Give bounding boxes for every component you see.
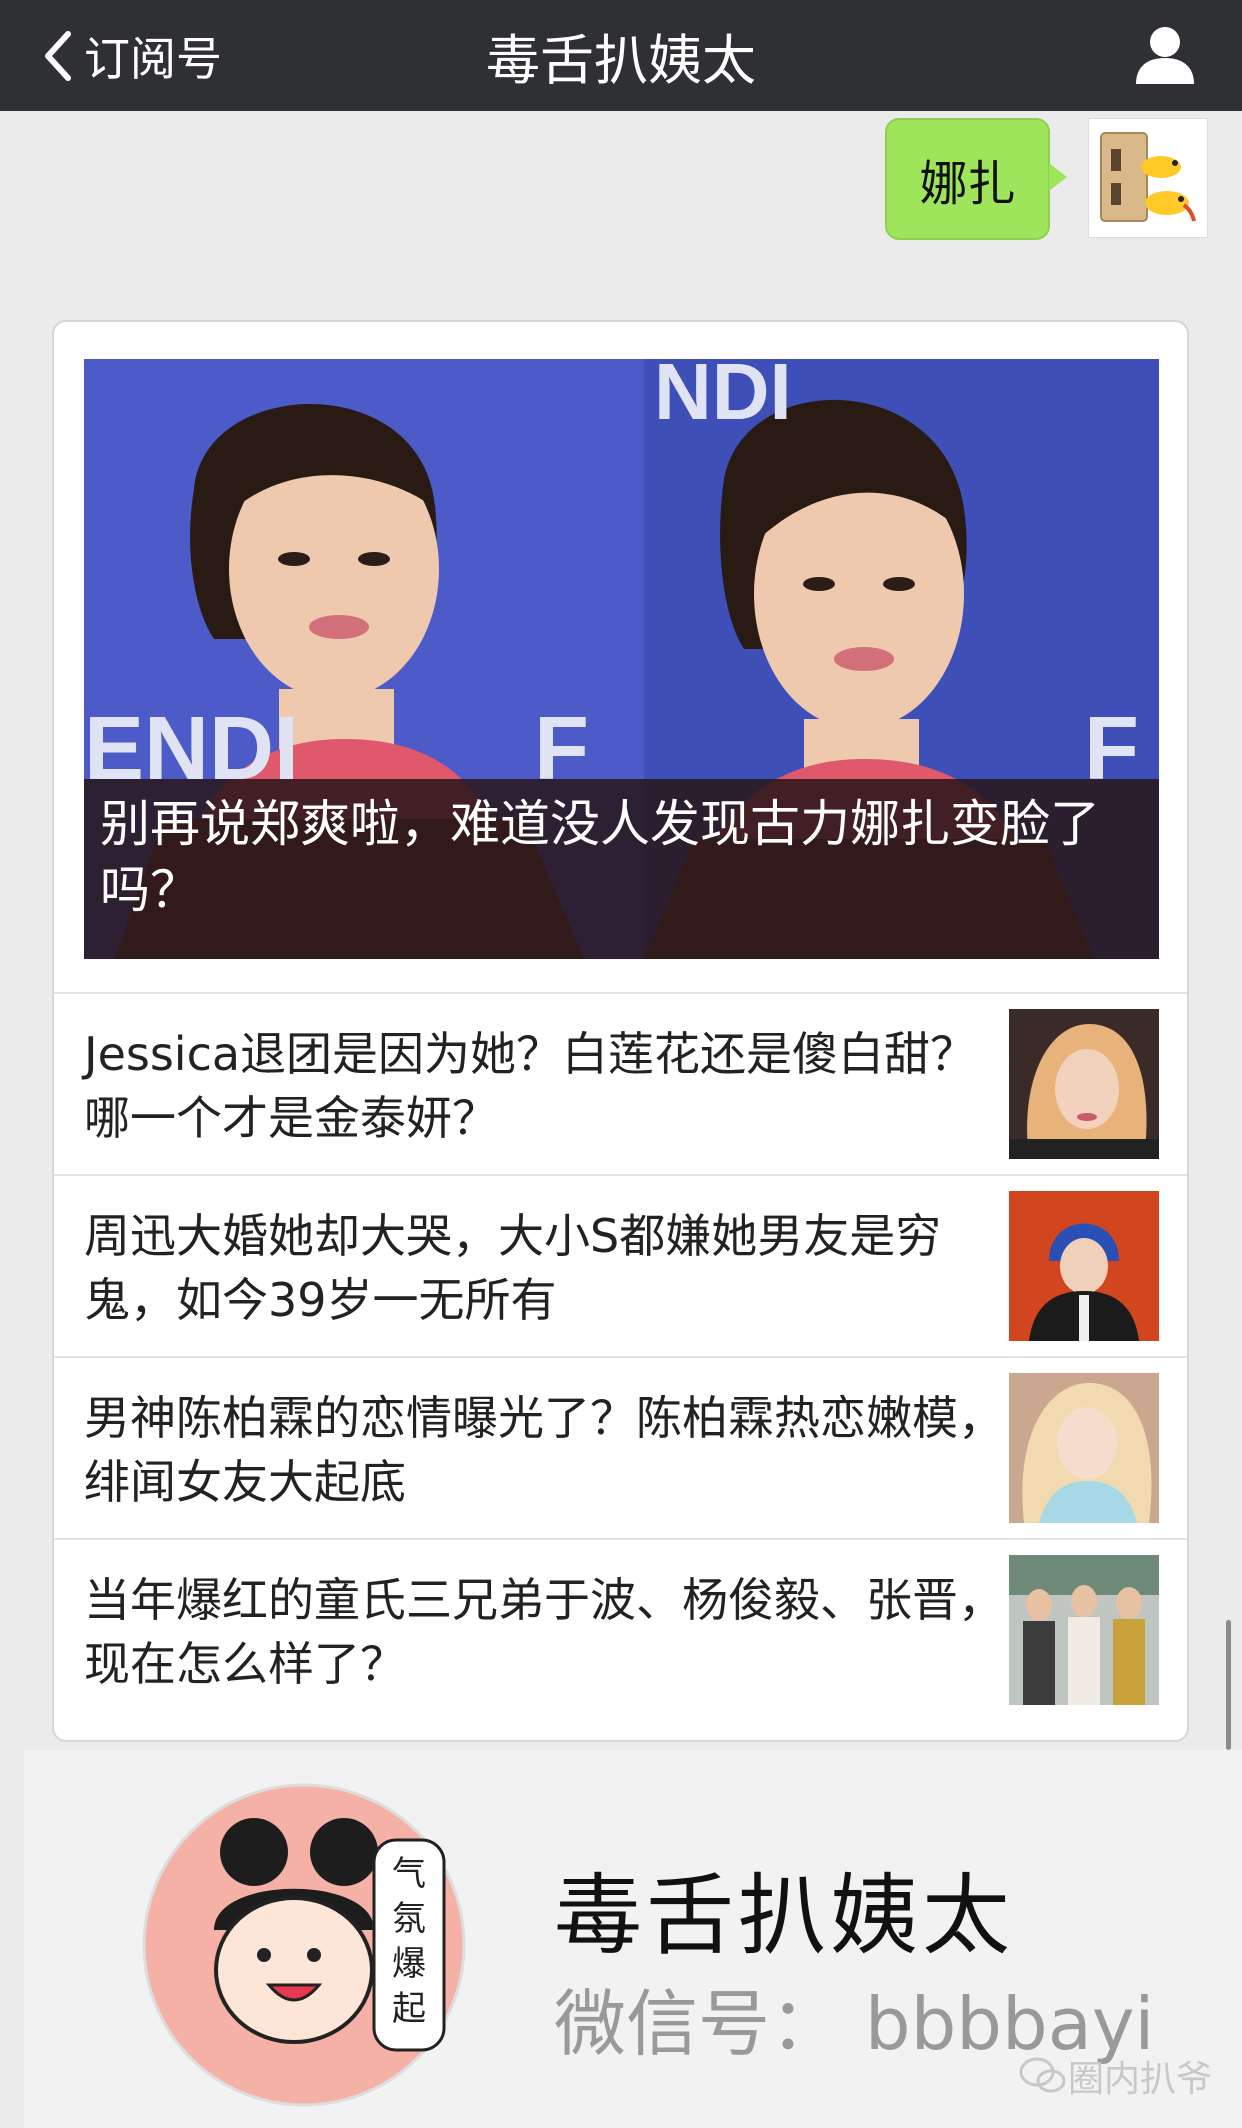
wechat-icon	[1019, 2057, 1066, 2093]
back-button[interactable]: 订阅号	[38, 0, 222, 111]
svg-text:氛: 氛	[392, 1899, 426, 1939]
article-item-title: 周迅大婚她却大哭，大小S都嫌她男友是穷鬼，如今39岁一无所有	[84, 1209, 942, 1327]
watermark-text: 圈内扒爷	[1067, 2059, 1212, 2100]
account-profile-card: 气 氛 爆 起 毒舌扒姨太 微信号： bbbbayi 圈内扒爷	[24, 1750, 1242, 2128]
my-avatar[interactable]	[1088, 118, 1208, 238]
svg-text:爆: 爆	[392, 1944, 426, 1984]
cover-title: 别再说郑爽啦，难道没人发现古力娜扎变脸了吗？	[100, 795, 1100, 919]
svg-text:起: 起	[392, 1989, 426, 2029]
article-item[interactable]: Jessica退团是因为她？白莲花还是傻白甜？哪一个才是金泰妍？	[54, 992, 1187, 1176]
cover-article[interactable]: ENDI F NDI F 别再说郑爽啦，难道没人发现古力娜扎变脸了吗？	[84, 359, 1159, 959]
bubble-tail	[1049, 163, 1067, 191]
scrollbar[interactable]	[1226, 1620, 1231, 1750]
article-item[interactable]: 当年爆红的童氏三兄弟于波、杨俊毅、张晋，现在怎么样了？	[54, 1538, 1187, 1722]
article-item-title: 男神陈柏霖的恋情曝光了？陈柏霖热恋嫩模，绯闻女友大起底	[84, 1391, 1004, 1509]
article-thumbnail	[1009, 1555, 1159, 1705]
article-thumbnail	[1009, 1191, 1159, 1341]
article-item[interactable]: 周迅大婚她却大哭，大小S都嫌她男友是穷鬼，如今39岁一无所有	[54, 1174, 1187, 1358]
article-thumbnail	[1009, 1373, 1159, 1523]
watermark: 圈内扒爷	[1018, 2050, 1212, 2102]
back-label: 订阅号	[84, 31, 222, 86]
account-name: 毒舌扒姨太	[554, 1864, 1015, 1967]
nav-bar: 订阅号 毒舌扒姨太	[0, 0, 1242, 111]
svg-text:NDI: NDI	[654, 359, 792, 436]
article-thumbnail	[1009, 1009, 1159, 1159]
article-item[interactable]: 男神陈柏霖的恋情曝光了？陈柏霖热恋嫩模，绯闻女友大起底	[54, 1356, 1187, 1540]
article-item-title: Jessica退团是因为她？白莲花还是傻白甜？哪一个才是金泰妍？	[84, 1027, 977, 1145]
chevron-left-icon	[45, 30, 71, 81]
sent-message-bubble[interactable]: 娜扎	[885, 118, 1050, 240]
article-card: ENDI F NDI F 别再说郑爽啦，难道没人发现古力娜扎变脸了吗？ Jess…	[52, 320, 1189, 1742]
user-profile-icon[interactable]	[1132, 22, 1198, 88]
article-item-title: 当年爆红的童氏三兄弟于波、杨俊毅、张晋，现在怎么样了？	[84, 1573, 1004, 1691]
svg-text:气: 气	[392, 1854, 426, 1894]
sent-message-text: 娜扎	[919, 156, 1016, 212]
account-avatar[interactable]: 气 氛 爆 起	[124, 1780, 484, 2110]
avatar-illustration	[1100, 132, 1196, 222]
